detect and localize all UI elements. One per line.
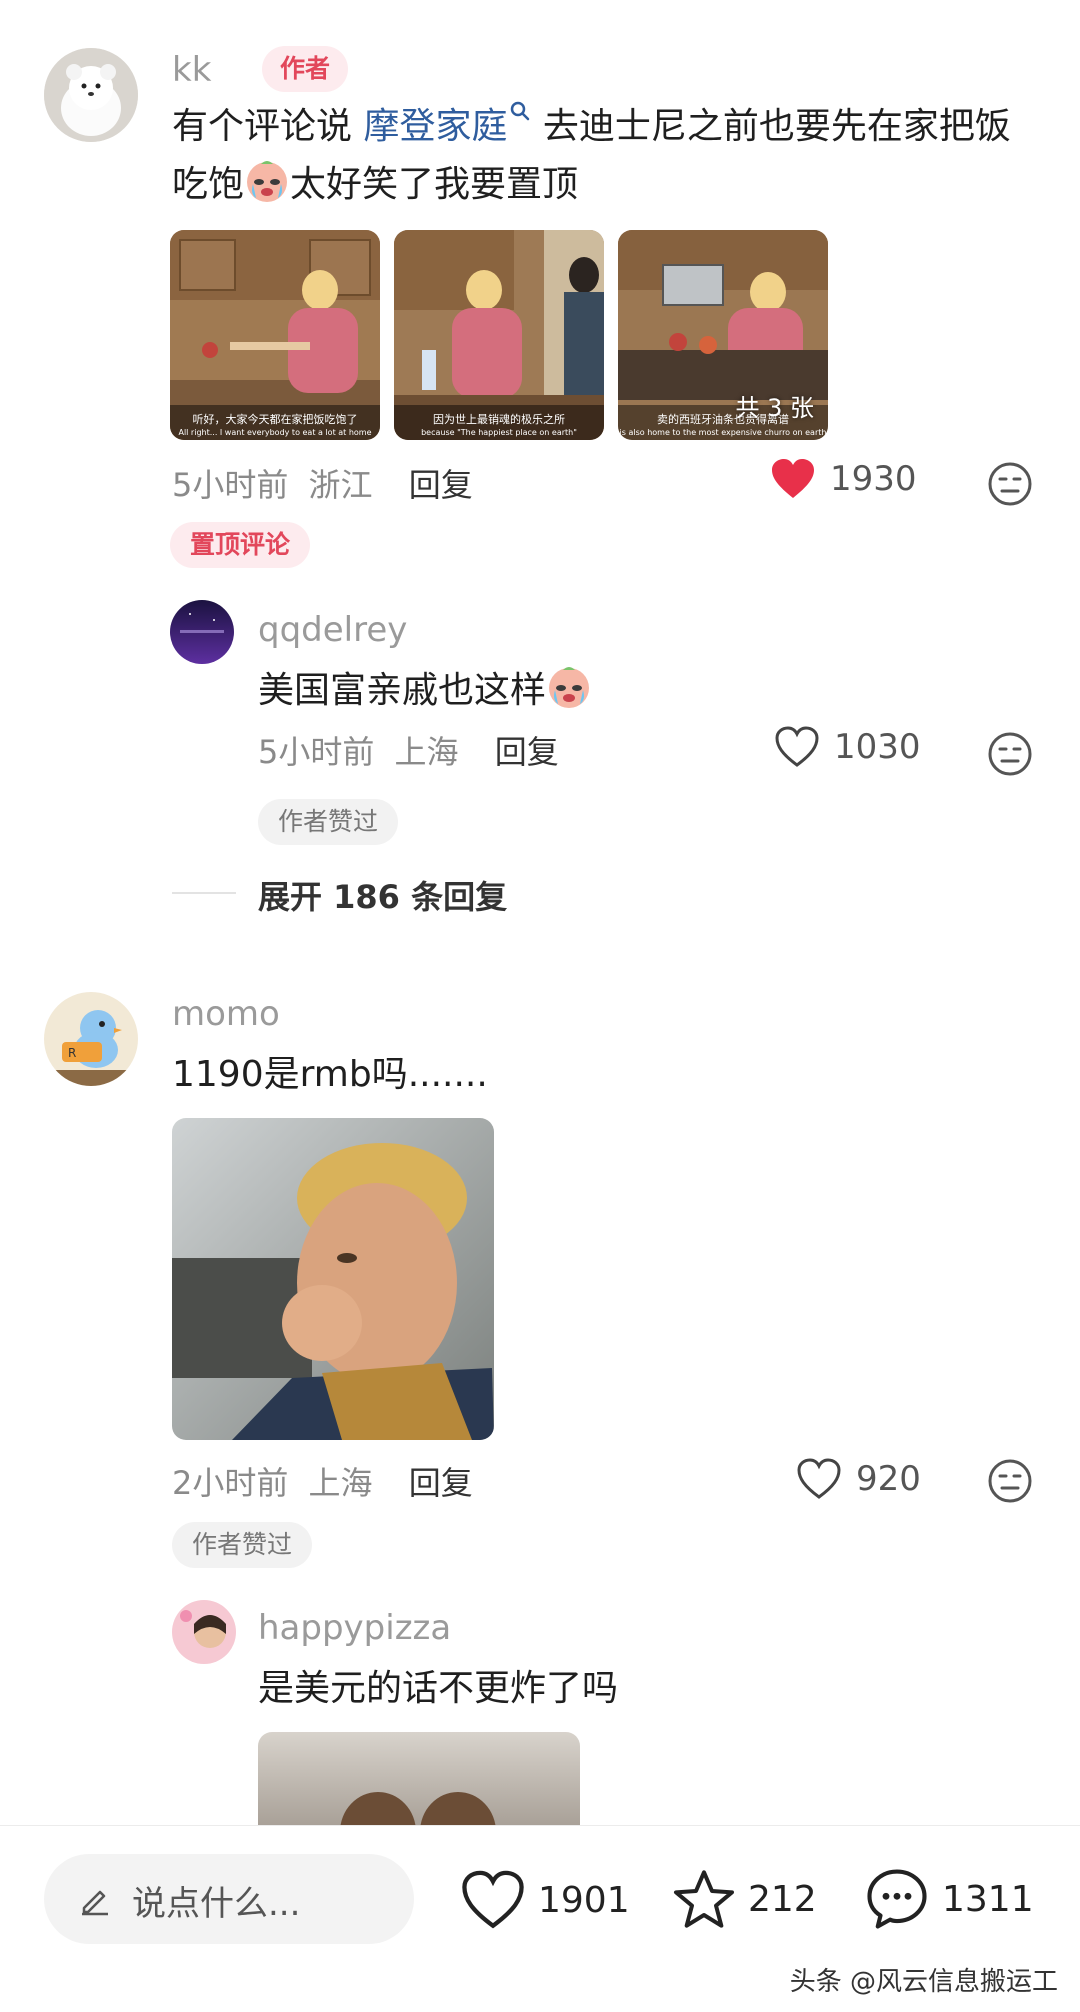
reply-button[interactable]: 回复 <box>409 466 473 504</box>
like-button[interactable]: 1030 <box>774 726 921 768</box>
comment-text: 有个评论说 摩登家庭 去迪士尼之前也要先在家把饭吃饱 太好笑了我要置顶 <box>172 98 1042 214</box>
comment-text: 是美元的话不更炸了吗 <box>258 1668 619 1709</box>
like-post-button[interactable]: 1901 <box>460 1870 630 1930</box>
avatar[interactable] <box>170 600 234 664</box>
avatar[interactable] <box>44 48 138 142</box>
like-button[interactable]: 920 <box>796 1458 921 1500</box>
comment-image[interactable]: 因为世上最销魂的极乐之所 because "The happiest place… <box>394 230 604 440</box>
image-caption: 因为世上最销魂的极乐之所 <box>433 412 565 426</box>
svg-text:R: R <box>68 1046 76 1060</box>
avatar[interactable] <box>172 1600 236 1664</box>
username[interactable]: momo <box>172 994 280 1034</box>
comment-image[interactable] <box>258 1732 580 1825</box>
post-like-count: 1901 <box>538 1879 630 1921</box>
username[interactable]: kk <box>172 50 211 90</box>
comment-text: 1190是rmb吗....... <box>172 1054 488 1095</box>
comment-text-part: 美国富亲戚也这样 <box>258 670 547 711</box>
comment-text-part: 太好笑了我要置顶 <box>290 164 579 205</box>
topic-link[interactable]: 摩登家庭 <box>363 106 507 147</box>
like-count: 1930 <box>830 459 917 499</box>
like-button[interactable]: 1930 <box>770 458 917 500</box>
comment-meta: 5小时前 浙江 回复 <box>172 460 473 506</box>
comment-text: 美国富亲戚也这样 <box>258 662 592 720</box>
reply-button[interactable]: 回复 <box>409 1464 473 1502</box>
favorite-count: 212 <box>748 1878 817 1920</box>
divider <box>172 892 236 894</box>
comment-location: 浙江 <box>308 466 373 504</box>
image-caption: All right... I want everybody to eat a l… <box>178 428 371 437</box>
comment-input-placeholder: 说点什么... <box>132 1884 301 1924</box>
comment-image[interactable] <box>172 1118 494 1440</box>
like-count: 1030 <box>834 727 921 767</box>
comment-count: 1311 <box>942 1878 1034 1920</box>
comment-time: 2小时前 <box>172 1464 289 1502</box>
avatar[interactable]: R <box>44 992 138 1086</box>
comment-time: 5小时前 <box>172 466 289 504</box>
crying-laughing-emoji-icon <box>247 161 288 202</box>
author-tag: 作者 <box>262 46 348 92</box>
watermark: 头条 @风云信息搬运工 <box>789 1967 1058 1997</box>
crying-laughing-emoji-icon <box>549 667 590 708</box>
comment-location: 上海 <box>394 733 459 771</box>
comment-meta: 2小时前 上海 回复 <box>172 1458 473 1504</box>
dislike-face-icon[interactable] <box>986 730 1034 778</box>
heart-outline-icon <box>775 726 819 767</box>
favorite-button[interactable]: 212 <box>672 1868 817 1930</box>
heart-outline-icon <box>797 1458 841 1499</box>
like-count: 920 <box>856 1459 921 1499</box>
image-caption: 听好，大家今天都在家把饭吃饱了 <box>193 412 358 426</box>
image-caption: is also home to the most expensive churr… <box>620 428 827 437</box>
reply-button[interactable]: 回复 <box>495 733 559 771</box>
pinned-badge: 置顶评论 <box>170 522 310 568</box>
comment-time: 5小时前 <box>258 733 375 771</box>
comment-input[interactable]: 说点什么... <box>44 1854 414 1944</box>
heart-filled-icon <box>772 459 814 498</box>
author-liked-badge: 作者赞过 <box>172 1522 312 1568</box>
username[interactable]: qqdelrey <box>258 610 407 650</box>
image-caption: because "The happiest place on earth" <box>421 428 577 437</box>
image-count-overlay: 共 3 张 <box>735 394 814 422</box>
comment-location: 上海 <box>308 1464 373 1502</box>
comment-image[interactable]: 听好，大家今天都在家把饭吃饱了 All right... I want ever… <box>170 230 380 440</box>
username[interactable]: happypizza <box>258 1608 451 1648</box>
comment-image[interactable]: 卖的西班牙油条也贵得离谱 is also home to the most ex… <box>618 230 828 440</box>
star-outline-icon <box>674 1870 734 1928</box>
search-icon[interactable] <box>509 100 531 126</box>
dislike-face-icon[interactable] <box>986 460 1034 508</box>
comment-meta: 5小时前 上海 回复 <box>258 727 559 773</box>
chat-bubble-icon <box>867 1869 927 1929</box>
comment-text-part: 有个评论说 <box>172 106 364 147</box>
bottom-action-bar: 说点什么... 1901 212 1311 头条 @风云信息搬运工 <box>0 1825 1080 2012</box>
comments-button[interactable]: 1311 <box>864 1866 1034 1932</box>
heart-outline-icon <box>462 1870 524 1929</box>
pencil-icon <box>82 1890 108 1916</box>
author-liked-badge: 作者赞过 <box>258 799 398 845</box>
dislike-face-icon[interactable] <box>986 1457 1034 1505</box>
expand-replies-button[interactable]: 展开 186 条回复 <box>258 872 507 918</box>
